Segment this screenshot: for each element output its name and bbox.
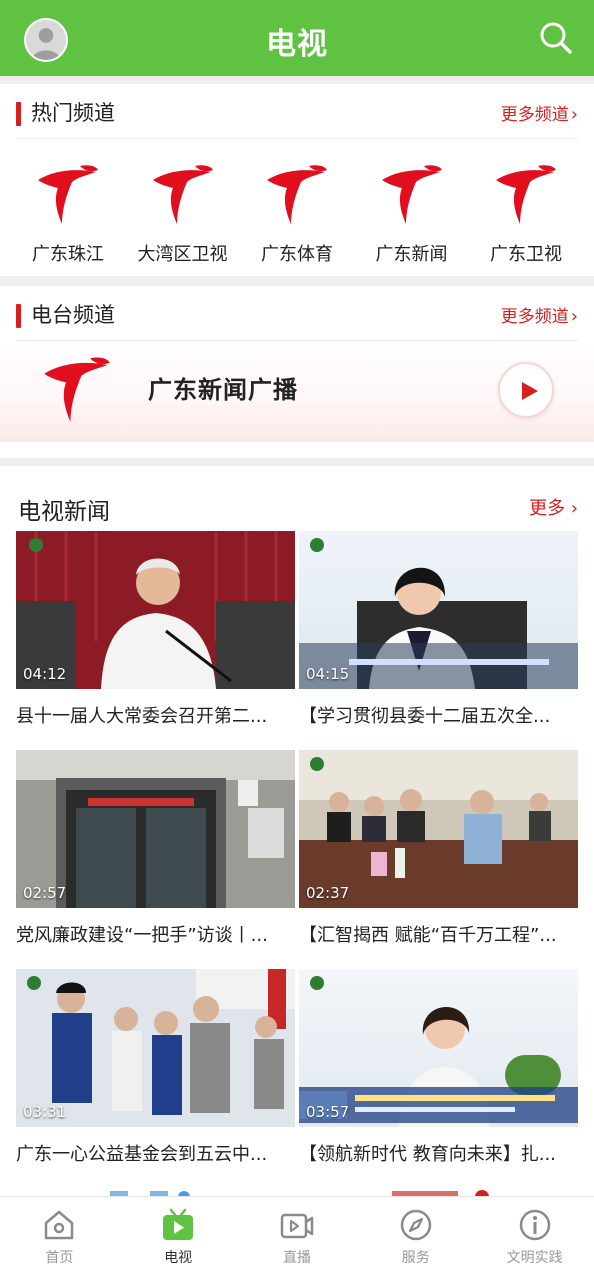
channel-logo-icon	[381, 165, 442, 224]
tab-label: 电视	[164, 1250, 193, 1266]
hot-channels-section: 热门频道 更多频道 › 广东珠江 大湾区卫视 广东体育 广东新闻 广东卫视	[0, 84, 594, 276]
channel-logo-icon	[267, 165, 327, 224]
news-card[interactable]: 04:12 县十一届人大常委会召开第二...	[16, 531, 295, 728]
news-card[interactable]: 02:57 党风廉政建设“一把手”访谈丨...	[16, 750, 295, 947]
news-more-link[interactable]: 更多 ›	[529, 494, 578, 520]
news-card[interactable]: 04:15 【学习贯彻县委十二届五次全...	[299, 531, 578, 728]
channel-label: 广东卫视	[490, 244, 562, 265]
news-card[interactable]: 03:31 广东一心公益基金会到五云中...	[16, 969, 295, 1166]
news-thumbnail: 02:57	[16, 750, 295, 908]
tab-service[interactable]: 服务	[356, 1197, 475, 1280]
news-thumbnail: 03:57	[299, 969, 578, 1127]
tab-label: 文明实践	[506, 1250, 563, 1266]
news-title: 电视新闻	[18, 499, 110, 525]
radio-station-name: 广东新闻广播	[148, 376, 298, 404]
video-duration: 02:37	[306, 884, 350, 902]
live-icon	[280, 1213, 314, 1239]
news-caption: 县十一届人大常委会召开第二...	[16, 706, 268, 727]
news-caption: 【汇智揭西 赋能“百千万工程”...	[299, 925, 557, 946]
channel-list: 广东珠江 大湾区卫视 广东体育 广东新闻 广东卫视	[16, 154, 578, 274]
section-marker	[16, 304, 21, 328]
channel-label: 广东体育	[261, 244, 333, 265]
tab-label: 服务	[401, 1250, 430, 1266]
news-header: 电视新闻 更多 ›	[18, 466, 578, 526]
radio-section: 电台频道 更多频道 › 广东新闻广播	[0, 286, 594, 458]
channel-label: 广东珠江	[32, 244, 104, 265]
news-thumbnail: 03:31	[16, 969, 295, 1127]
channel-item[interactable]: 大湾区卫视	[131, 154, 235, 274]
hot-channels-title: 热门频道	[31, 101, 115, 125]
video-duration: 02:57	[23, 884, 67, 902]
video-duration: 03:31	[23, 1103, 67, 1121]
channel-logo-icon	[496, 165, 556, 224]
video-duration: 04:15	[306, 665, 350, 683]
channel-label: 大湾区卫视	[137, 244, 228, 265]
news-thumbnail: 02:37	[299, 750, 578, 908]
station-logo-icon	[44, 357, 110, 422]
home-icon	[45, 1210, 74, 1240]
info-icon	[519, 1209, 550, 1241]
channel-item[interactable]: 广东新闻	[360, 154, 464, 274]
top-bar: 电视	[0, 0, 594, 76]
tv-icon	[163, 1208, 194, 1240]
tab-civilization[interactable]: 文明实践	[475, 1197, 594, 1280]
compass-icon	[400, 1209, 432, 1241]
channel-item[interactable]: 广东体育	[245, 154, 349, 274]
chevron-right-icon: ›	[570, 306, 578, 327]
tab-tv[interactable]: 电视	[119, 1197, 238, 1280]
tab-home[interactable]: 首页	[0, 1197, 119, 1280]
news-thumbnail: 04:12	[16, 531, 295, 689]
news-caption: 广东一心公益基金会到五云中...	[16, 1144, 268, 1165]
radio-title: 电台频道	[31, 303, 115, 327]
channel-label: 广东新闻	[375, 244, 448, 265]
channel-logo-icon	[38, 165, 98, 224]
page-title: 电视	[266, 27, 328, 62]
hot-channels-header: 热门频道 更多频道 ›	[16, 84, 578, 139]
radio-more-link[interactable]: 更多频道 ›	[501, 302, 578, 327]
channel-item[interactable]: 广东珠江	[16, 154, 120, 274]
hot-channels-more-link[interactable]: 更多频道 ›	[501, 100, 578, 125]
news-caption: 【学习贯彻县委十二届五次全...	[299, 706, 551, 727]
news-card[interactable]: 02:37 【汇智揭西 赋能“百千万工程”...	[299, 750, 578, 947]
channel-logo-icon	[152, 165, 213, 224]
chevron-right-icon: ›	[570, 104, 578, 125]
video-duration: 03:57	[306, 1103, 350, 1121]
radio-station-row[interactable]: 广东新闻广播	[0, 342, 594, 442]
play-icon[interactable]	[498, 362, 554, 418]
news-caption: 【领航新时代 教育向未来】扎...	[299, 1144, 556, 1165]
tab-label: 直播	[282, 1250, 311, 1266]
tv-news-section: 电视新闻 更多 › 04:12 县十一届人大常委会召开第二... 04:15 【…	[0, 466, 594, 1196]
news-thumbnail: 04:15	[299, 531, 578, 689]
tab-live[interactable]: 直播	[238, 1197, 357, 1280]
news-card[interactable]: 03:57 【领航新时代 教育向未来】扎...	[299, 969, 578, 1166]
search-icon[interactable]	[538, 20, 574, 56]
chevron-right-icon: ›	[565, 498, 578, 519]
channel-item[interactable]: 广东卫视	[474, 154, 578, 274]
tab-label: 首页	[45, 1250, 74, 1266]
bottom-tab-bar: 首页 电视 直播 服务 文明实践	[0, 1196, 594, 1280]
section-marker	[16, 102, 21, 126]
news-caption: 党风廉政建设“一把手”访谈丨...	[16, 925, 268, 946]
video-duration: 04:12	[23, 665, 67, 683]
radio-header: 电台频道 更多频道 ›	[16, 286, 578, 341]
